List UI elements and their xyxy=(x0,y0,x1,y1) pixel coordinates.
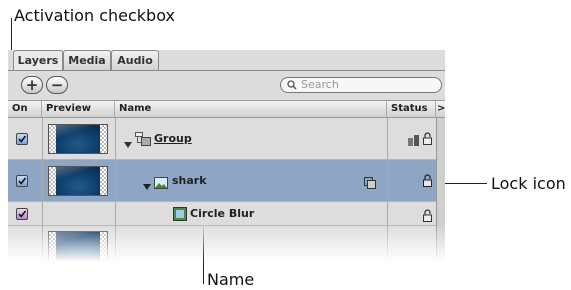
name-callout: Name xyxy=(207,270,255,289)
column-divider xyxy=(387,118,388,262)
column-divider xyxy=(115,118,116,262)
layers-panel: Layers Media Audio + − Search On Preview… xyxy=(8,50,445,262)
remove-layer-button[interactable]: − xyxy=(46,76,68,94)
activation-checkbox-group[interactable] xyxy=(16,133,28,145)
layer-row-shark[interactable]: shark xyxy=(8,160,445,202)
search-placeholder: Search xyxy=(301,78,339,91)
add-layer-button[interactable]: + xyxy=(21,76,43,94)
lock-icon[interactable] xyxy=(423,172,432,191)
group-icon xyxy=(135,131,151,150)
search-icon xyxy=(287,80,297,94)
tab-audio[interactable]: Audio xyxy=(111,50,159,70)
column-status[interactable]: Status xyxy=(387,101,436,117)
activation-checkbox-callout: Activation checkbox xyxy=(14,6,175,25)
tab-baseline xyxy=(8,70,445,71)
layer-row-group[interactable]: Group xyxy=(8,118,445,160)
preview-thumbnail-group xyxy=(48,124,108,154)
column-name[interactable]: Name xyxy=(115,101,387,117)
preview-thumbnail-partial xyxy=(48,231,108,261)
column-on[interactable]: On xyxy=(8,101,42,117)
group-status-icon xyxy=(408,132,420,151)
vertical-scrollbar[interactable] xyxy=(436,118,445,262)
lock-icon-callout: Lock icon xyxy=(491,174,566,193)
tab-layers[interactable]: Layers xyxy=(13,50,63,70)
disclosure-triangle-icon[interactable] xyxy=(124,134,132,153)
layer-row-circle-blur[interactable]: Circle Blur xyxy=(8,202,445,226)
disclosure-triangle-icon[interactable] xyxy=(143,176,151,195)
column-expand-button[interactable]: > xyxy=(436,101,445,117)
image-layer-icon xyxy=(154,174,168,193)
lock-icon[interactable] xyxy=(423,207,432,226)
lock-icon[interactable] xyxy=(423,130,432,149)
layer-name-circle-blur[interactable]: Circle Blur xyxy=(190,207,254,220)
lock-callout-line xyxy=(440,183,487,184)
column-preview[interactable]: Preview xyxy=(42,101,115,117)
tab-media[interactable]: Media xyxy=(63,50,111,70)
activation-checkbox-shark[interactable] xyxy=(16,175,28,187)
column-divider xyxy=(42,118,43,262)
activation-checkbox-circle-blur[interactable] xyxy=(16,208,28,220)
layer-row-partial[interactable] xyxy=(8,226,445,262)
preview-thumbnail-shark xyxy=(48,166,108,196)
layer-name-shark[interactable]: shark xyxy=(172,174,207,187)
filter-icon xyxy=(173,206,187,225)
layer-options-icon[interactable] xyxy=(364,174,376,193)
search-input[interactable]: Search xyxy=(280,77,442,93)
layer-name-group[interactable]: Group xyxy=(154,132,192,145)
column-header: On Preview Name Status > xyxy=(8,100,445,118)
